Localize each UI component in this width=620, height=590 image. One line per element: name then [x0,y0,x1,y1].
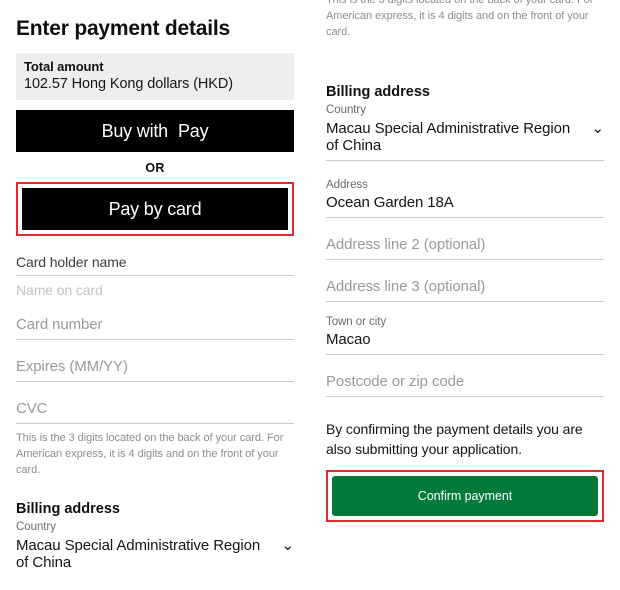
cvc-helper-text: This is the 3 digits located on the back… [16,432,284,476]
confirm-payment-button[interactable]: Confirm payment [332,475,598,516]
payment-details-page: Enter payment details Total amount 102.5… [0,0,620,590]
total-amount-label: Total amount [24,59,104,74]
left-column: Enter payment details Total amount 102.5… [0,0,310,590]
right-billing-address-title: Billing address [326,84,430,100]
town-or-city-label: Town or city [326,316,387,328]
town-or-city-field[interactable]: Town or city Macao [326,316,604,355]
left-country-select[interactable]: Macau Special Administrative Region of C… [16,537,294,577]
cvc-field[interactable]: CVC [16,400,294,424]
address-field[interactable]: Address Ocean Garden 18A [326,179,604,218]
right-country-value: Macau Special Administrative Region of C… [326,120,571,154]
postcode-placeholder: Postcode or zip code [326,373,604,397]
address-value: Ocean Garden 18A [326,194,604,218]
right-country-select[interactable]: Macau Special Administrative Region of C… [326,120,604,161]
expires-placeholder: Expires (MM/YY) [16,358,294,382]
card-number-placeholder: Card number [16,316,294,340]
left-billing-address-section: Billing address Country Macau Special Ad… [16,501,294,577]
left-country-value: Macau Special Administrative Region of C… [16,536,261,571]
chevron-down-icon: ⌄ [591,120,605,137]
confirm-note-text: By confirming the payment details you ar… [326,421,583,458]
page-title: Enter payment details [16,17,231,40]
card-holder-name-field[interactable]: Card holder name Name on card [16,254,294,298]
pay-by-card-highlight: Pay by card [16,182,294,236]
chevron-down-icon: ⌄ [281,536,295,554]
left-country-label: Country [16,520,56,533]
pay-by-card-button[interactable]: Pay by card [22,188,288,230]
or-divider-label: OR [145,161,165,175]
right-country-label: Country [326,104,366,116]
expires-field[interactable]: Expires (MM/YY) [16,358,294,382]
address-label: Address [326,179,368,191]
right-column: This is the 3 digits located on the back… [310,0,620,590]
apple-pay-button[interactable]: Buy with Pay [16,110,294,152]
card-holder-name-placeholder: Name on card [16,282,103,298]
apple-pay-prefix-label: Buy with [101,120,169,141]
cvc-placeholder: CVC [16,400,294,424]
right-billing-address-section: Billing address Country Macau Special Ad… [326,84,604,161]
confirm-payment-highlight: Confirm payment [326,469,604,522]
apple-pay-button-wrap: Buy with Pay [16,110,294,152]
total-amount-value: 102.57 Hong Kong dollars (HKD) [24,76,233,92]
postcode-field[interactable]: Postcode or zip code [326,373,604,397]
left-billing-address-title: Billing address [16,500,120,517]
address-line-2-field[interactable]: Address line 2 (optional) [326,236,604,260]
apple-pay-suffix-label: Pay [178,120,209,141]
clipped-cvc-helper-text: This is the 3 digits located on the back… [326,0,594,38]
address-line-3-field[interactable]: Address line 3 (optional) [326,278,604,302]
card-number-field[interactable]: Card number [16,316,294,340]
address-line-2-placeholder: Address line 2 (optional) [326,236,604,260]
card-holder-name-label: Card holder name [16,254,294,276]
address-line-3-placeholder: Address line 3 (optional) [326,278,604,302]
town-or-city-value: Macao [326,331,604,355]
total-amount-band: Total amount 102.57 Hong Kong dollars (H… [16,53,294,100]
